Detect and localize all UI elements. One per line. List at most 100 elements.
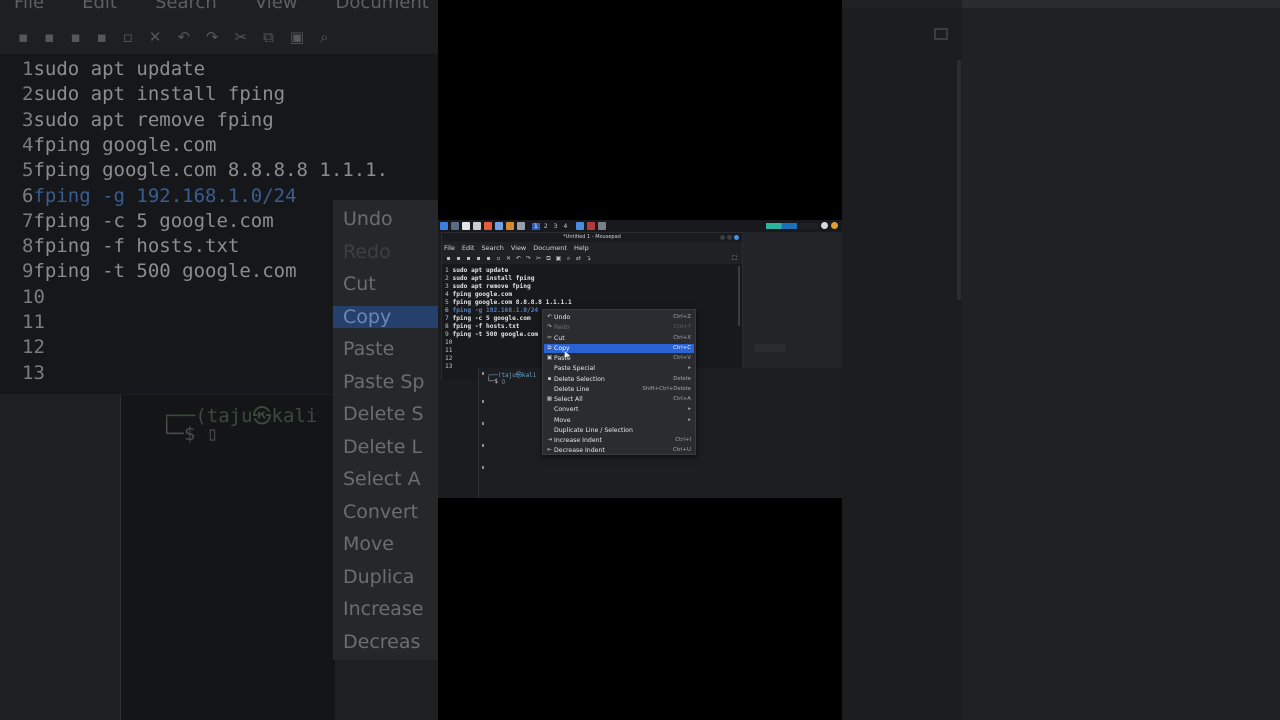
editor-line: 3 sudo apt remove fping [445,283,531,291]
vscode-icon[interactable] [576,222,585,230]
menu-item-shortcut: ▸ [688,416,691,423]
menu-item-shortcut: Ctrl+V [673,355,691,361]
menu-file[interactable]: File [444,244,455,252]
redo-icon: ↷ [206,28,219,46]
menu-item-label: Paste Special [554,365,595,373]
menu-item-redo: ↷ Redo Ctrl+Y [544,323,694,333]
kali-menu-icon[interactable] [440,222,448,230]
menu-item-shortcut: Ctrl+X [673,334,691,341]
window-titlebar[interactable]: *Untitled 1 - Mousepad [442,233,742,242]
editor-line: 11 [445,347,456,355]
burp-icon[interactable] [506,222,514,230]
firefox-icon[interactable] [484,222,492,230]
line-text: fping google.com [452,291,513,298]
menu-item-delete-line[interactable]: Delete Line Shift+Ctrl+Delete [544,385,694,395]
backdrop-editor-line: 7fping -c 5 google.com [22,210,274,232]
desktop-screenshot: 1234 *Untitled 1 - Mousepad File Edit Sear… [438,220,842,498]
paste-icon[interactable]: ▣ [555,255,562,262]
editor-line: 13 [445,363,456,371]
undo-icon: ↶ [177,28,191,46]
terminal-icon[interactable] [473,222,481,230]
menu-view[interactable]: View [511,244,526,252]
search-icon[interactable]: ⌕ [565,255,572,263]
reload-icon[interactable]: ▫ [495,255,502,262]
backdrop-line-number: 8 [22,235,34,258]
close-button[interactable] [734,235,739,240]
menu-document[interactable]: Document [533,244,567,252]
menu-item-convert[interactable]: Convert ▸ [544,405,694,415]
notification-icon[interactable] [821,222,828,229]
close-tab-icon[interactable]: ✕ [505,255,512,262]
new-window-icon[interactable]: ▪ [455,255,462,262]
menu-item-delete-selection[interactable]: ▪ Delete Selection Delete [544,375,694,385]
editor-line: 6 fping -g 192.168.1.0/24 [445,307,538,315]
copy-icon: ⧉ [547,344,552,351]
backdrop-line-text: fping -g 192.168.1.0/24 [33,184,297,207]
save-icon[interactable]: ▪ [475,255,482,262]
terminal-input-line[interactable]: └─$ ▯ [487,378,505,385]
minimize-button[interactable] [720,235,725,240]
backdrop-menu-search: Search [154,0,217,13]
menu-item-cut[interactable]: ✂ Cut Ctrl+X [544,334,694,344]
select-all-icon: ▦ [546,396,553,402]
fullscreen-icon[interactable]: ⛶ [731,255,738,263]
workspace-1[interactable]: 1 [532,222,540,230]
maximize-button[interactable] [727,235,732,240]
browser-icon[interactable] [495,222,503,230]
menu-item-shortcut: Ctrl+A [673,396,691,402]
backdrop-line-text: fping -c 5 google.com [33,209,274,232]
save-as-icon[interactable]: ▪ [485,255,492,262]
line-number: 13 [445,363,453,370]
redo-icon[interactable]: ↷ [525,255,532,262]
new-file-icon[interactable]: ▪ [445,255,452,262]
app-icon[interactable] [517,222,525,230]
window-title: *Untitled 1 - Mousepad [563,234,621,240]
menu-item-decrease-indent[interactable]: ⇤ Decrease Indent Ctrl+U [544,446,694,456]
editor-scrollbar[interactable] [738,266,740,326]
menu-item-select-all[interactable]: ▦ Select All Ctrl+A [544,395,694,405]
backdrop-line-text: fping google.com 8.8.8.8 1.1.1. [33,159,389,182]
line-text: fping -t 500 google.com [452,331,539,338]
menu-item-undo[interactable]: ↶ Undo Ctrl+Z [544,313,694,323]
file-manager-icon[interactable] [462,222,470,230]
workspace-switcher: 1234 [532,222,569,230]
terminal-gutter-mark [482,372,484,375]
menu-search[interactable]: Search [481,244,503,252]
open-file-icon[interactable]: ▪ [465,255,472,262]
undo-icon[interactable]: ↶ [515,255,522,262]
video-frame: File Edit Search View Document Help ▪ ▪ ▪ ▪ ▫… [0,0,1280,720]
backdrop-line-text: sudo apt remove fping [33,108,274,131]
desktop-icon[interactable] [451,222,459,230]
app2-icon[interactable] [587,222,596,230]
menu-item-label: Decrease Indent [554,447,605,455]
backdrop-menu-item: Paste Sp [343,370,425,393]
backdrop-line-number: 4 [22,133,34,156]
line-number: 10 [445,339,453,346]
workspace-4[interactable]: 4 [561,223,569,230]
backdrop-line-text: fping -t 500 google.com [33,260,297,283]
menu-item-move[interactable]: Move ▸ [544,416,694,426]
power-icon[interactable] [831,222,838,229]
line-number: 8 [445,323,449,330]
backdrop-menu-item: Redo [343,240,391,263]
menu-edit[interactable]: Edit [462,244,475,252]
cut-icon[interactable]: ✂ [535,255,542,262]
backdrop-line-number: 11 [22,311,45,333]
menu-item-duplicate-line-selection[interactable]: Duplicate Line / Selection [544,426,694,436]
app3-icon[interactable] [598,222,607,230]
copy-icon[interactable]: ⧉ [545,255,552,263]
goto-line-icon[interactable]: ↴ [585,255,592,262]
menu-item-increase-indent[interactable]: ⇥ Increase Indent Ctrl+I [544,436,694,446]
workspace-3[interactable]: 3 [552,223,560,230]
menu-item-paste-special[interactable]: Paste Special ▸ [544,364,694,374]
menu-item-label: Cut [554,334,565,342]
replace-icon[interactable]: ⇄ [575,255,582,262]
backdrop-line-text: fping -f hosts.txt [33,235,240,258]
fullscreen-icon [934,28,948,40]
backdrop-menu-item: Delete S [343,403,424,425]
editor-line: 10 [445,339,456,347]
menu-help[interactable]: Help [574,244,589,252]
workspace-2[interactable]: 2 [542,223,550,230]
search-icon: ⌕ [320,28,329,46]
taskbar: 1234 [438,220,842,232]
